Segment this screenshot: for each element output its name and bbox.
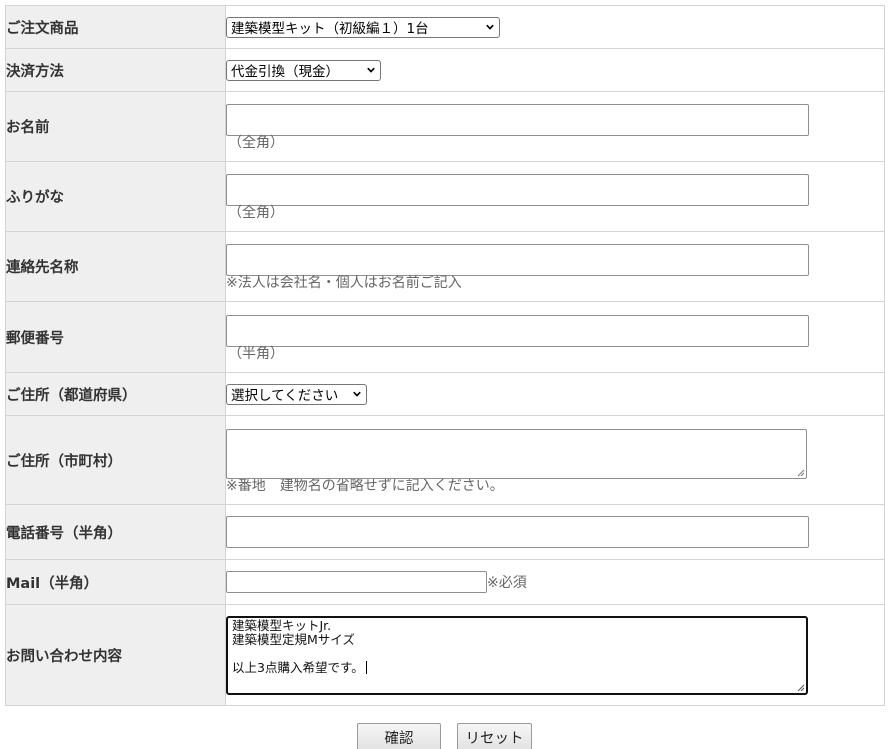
row-inquiry: お問い合わせ内容 建築模型キットJr. 建築模型定規Mサイズ 以上3点購入希望で… bbox=[5, 604, 885, 706]
order-form-page: ご注文商品 建築模型キット（初級編１）1台 決済方法 代金引換（現金） お名前 … bbox=[0, 0, 894, 749]
phone-label: 電話番号（半角） bbox=[5, 504, 226, 560]
row-city: ご住所（市町村） ※番地 建物名の省略せずに記入ください。 bbox=[5, 415, 885, 505]
row-phone: 電話番号（半角） bbox=[5, 504, 885, 560]
chevron-down-icon bbox=[353, 391, 361, 397]
phone-input[interactable] bbox=[226, 516, 809, 548]
product-select-value: 建築模型キット（初級編１）1台 bbox=[231, 21, 429, 37]
mail-required-note: ※必須 bbox=[487, 575, 527, 591]
postal-cell: （半角） bbox=[225, 301, 885, 373]
inquiry-label: お問い合わせ内容 bbox=[5, 604, 226, 706]
row-prefecture: ご住所（都道府県） 選択してください bbox=[5, 372, 885, 416]
furigana-label: ふりがな bbox=[5, 161, 226, 232]
prefecture-cell: 選択してください bbox=[225, 372, 885, 416]
row-product: ご注文商品 建築模型キット（初級編１）1台 bbox=[5, 5, 885, 49]
product-cell: 建築模型キット（初級編１）1台 bbox=[225, 5, 885, 49]
prefecture-select[interactable]: 選択してください bbox=[226, 383, 367, 405]
inquiry-text: 建築模型キットJr. 建築模型定規Mサイズ 以上3点購入希望です。 bbox=[232, 617, 364, 675]
row-mail: Mail（半角） ※必須 bbox=[5, 559, 885, 605]
contact-name-note: ※法人は会社名・個人はお名前ご記入 bbox=[226, 275, 462, 291]
chevron-down-icon bbox=[367, 67, 375, 73]
city-textarea[interactable] bbox=[226, 428, 807, 479]
resize-grip-icon[interactable] bbox=[797, 469, 805, 477]
payment-select-value: 代金引換（現金） bbox=[231, 64, 339, 80]
payment-select[interactable]: 代金引換（現金） bbox=[226, 59, 381, 81]
name-cell: （全角） bbox=[225, 91, 885, 162]
mail-cell: ※必須 bbox=[225, 559, 885, 605]
inquiry-cell: 建築模型キットJr. 建築模型定規Mサイズ 以上3点購入希望です。 bbox=[225, 604, 885, 706]
city-note: ※番地 建物名の省略せずに記入ください。 bbox=[226, 477, 504, 494]
row-furigana: ふりがな （全角） bbox=[5, 161, 885, 232]
product-select[interactable]: 建築模型キット（初級編１）1台 bbox=[226, 16, 500, 38]
prefecture-select-value: 選択してください bbox=[231, 388, 339, 404]
prefecture-label: ご住所（都道府県） bbox=[5, 372, 226, 416]
city-cell: ※番地 建物名の省略せずに記入ください。 bbox=[225, 415, 885, 505]
reset-button[interactable]: リセット bbox=[457, 723, 532, 749]
row-postal: 郵便番号 （半角） bbox=[5, 301, 885, 373]
mail-label: Mail（半角） bbox=[5, 559, 226, 605]
postal-note: （半角） bbox=[228, 345, 284, 362]
name-input[interactable] bbox=[226, 104, 809, 136]
order-form: ご注文商品 建築模型キット（初級編１）1台 決済方法 代金引換（現金） お名前 … bbox=[5, 5, 885, 706]
row-name: お名前 （全角） bbox=[5, 91, 885, 162]
city-label: ご住所（市町村） bbox=[5, 415, 226, 505]
row-payment: 決済方法 代金引換（現金） bbox=[5, 48, 885, 92]
confirm-button[interactable]: 確認 bbox=[357, 723, 441, 749]
postal-input[interactable] bbox=[226, 314, 809, 347]
payment-label: 決済方法 bbox=[5, 48, 226, 92]
inquiry-textarea[interactable]: 建築模型キットJr. 建築模型定規Mサイズ 以上3点購入希望です。 bbox=[226, 615, 808, 695]
text-caret bbox=[365, 660, 367, 674]
furigana-input[interactable] bbox=[226, 174, 809, 206]
name-label: お名前 bbox=[5, 91, 226, 162]
furigana-cell: （全角） bbox=[225, 161, 885, 232]
phone-cell bbox=[225, 504, 885, 560]
postal-label: 郵便番号 bbox=[5, 301, 226, 373]
resize-grip-icon[interactable] bbox=[797, 684, 805, 692]
chevron-down-icon bbox=[486, 24, 494, 30]
payment-cell: 代金引換（現金） bbox=[225, 48, 885, 92]
contact-name-cell: ※法人は会社名・個人はお名前ご記入 bbox=[225, 231, 885, 302]
name-note: （全角） bbox=[228, 135, 284, 151]
furigana-note: （全角） bbox=[228, 205, 284, 221]
mail-input[interactable] bbox=[226, 571, 487, 593]
contact-name-input[interactable] bbox=[226, 244, 809, 276]
contact-name-label: 連絡先名称 bbox=[5, 231, 226, 302]
product-label: ご注文商品 bbox=[5, 5, 226, 49]
row-contact-name: 連絡先名称 ※法人は会社名・個人はお名前ご記入 bbox=[5, 231, 885, 302]
